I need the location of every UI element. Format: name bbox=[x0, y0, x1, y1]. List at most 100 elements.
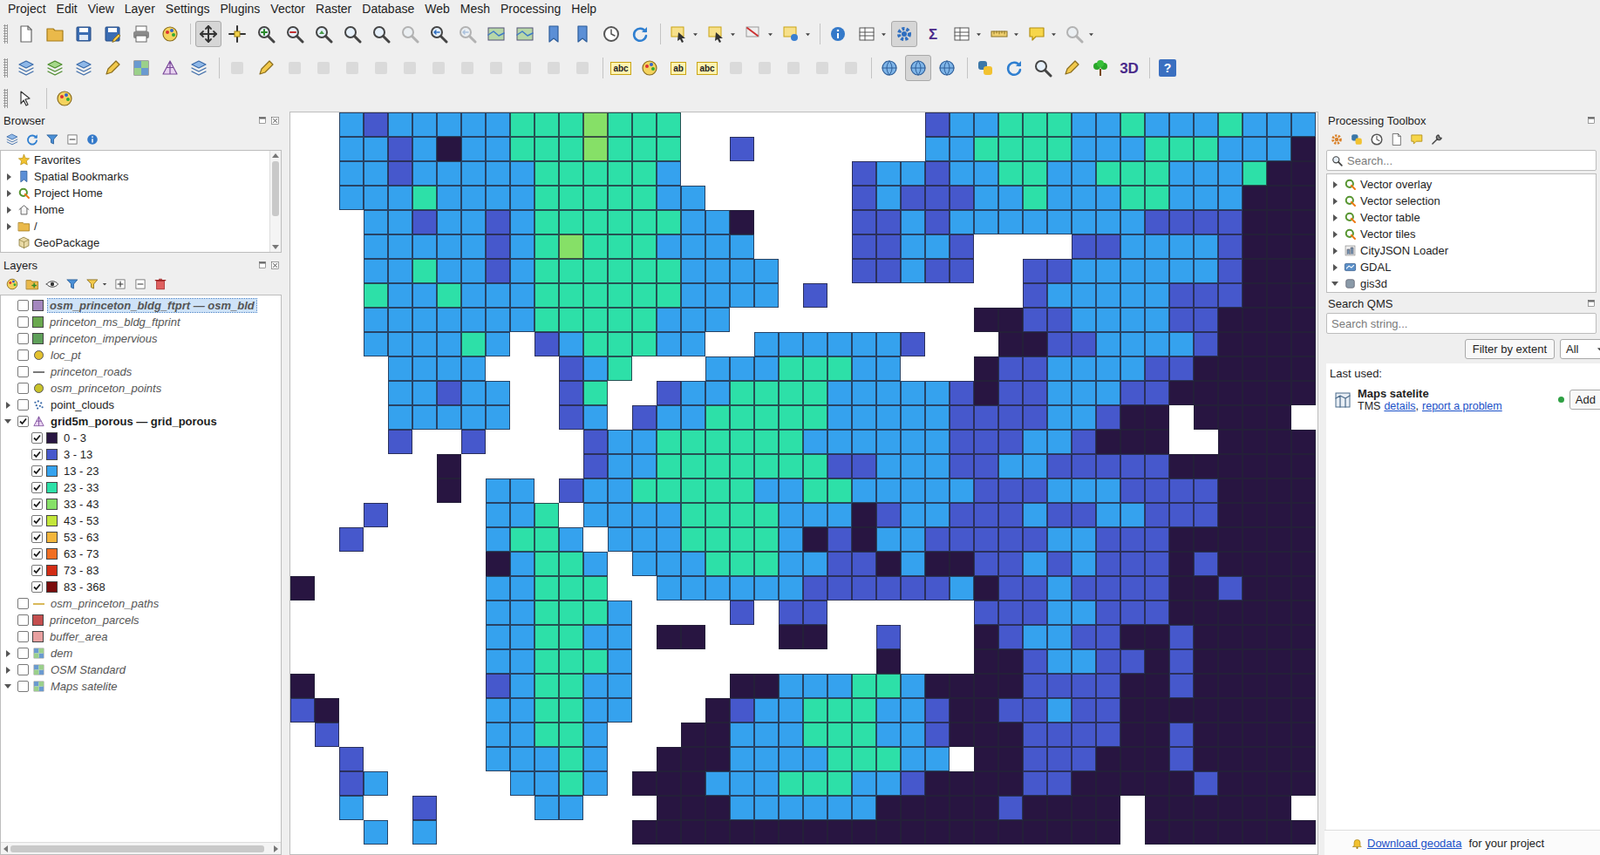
toolbar-button[interactable] bbox=[1058, 54, 1085, 82]
panel-tool-button[interactable] bbox=[1327, 130, 1346, 149]
checkbox[interactable] bbox=[17, 349, 29, 361]
menu-item[interactable]: Raster bbox=[310, 0, 357, 17]
dropdown-arrow[interactable] bbox=[766, 30, 776, 39]
scrollbar[interactable] bbox=[269, 150, 281, 252]
toolbar-button[interactable] bbox=[1023, 20, 1050, 48]
toolbar-button[interactable] bbox=[281, 20, 308, 48]
panel-tool-button[interactable] bbox=[151, 275, 170, 293]
toolbar-grip[interactable] bbox=[3, 24, 8, 44]
toolbar-button[interactable] bbox=[702, 20, 729, 48]
toolbar-button[interactable] bbox=[454, 54, 481, 82]
toolbar-button[interactable] bbox=[1087, 54, 1114, 82]
dropdown-arrow[interactable] bbox=[974, 30, 984, 39]
toolbar-button[interactable] bbox=[1029, 54, 1056, 82]
checkbox[interactable] bbox=[31, 498, 43, 511]
menu-item[interactable]: Project bbox=[2, 0, 52, 17]
expand-arrow[interactable] bbox=[2, 599, 14, 610]
toolbar-button[interactable] bbox=[252, 54, 280, 82]
expand-arrow[interactable] bbox=[1329, 212, 1341, 224]
toolbar-button[interactable]: abc bbox=[694, 54, 721, 82]
toolbar-button[interactable] bbox=[540, 54, 567, 82]
toolbar-button[interactable] bbox=[70, 20, 97, 48]
provider-item[interactable]: Vector overlay bbox=[1327, 176, 1596, 193]
browser-item[interactable]: GeoPackage bbox=[0, 234, 270, 252]
checkbox[interactable] bbox=[31, 482, 43, 494]
layer-item[interactable]: buffer_area bbox=[0, 628, 281, 646]
expand-arrow[interactable] bbox=[2, 317, 14, 328]
toolbar-button[interactable] bbox=[569, 54, 596, 82]
panel-tool-button[interactable] bbox=[43, 130, 62, 149]
checkbox[interactable] bbox=[17, 631, 29, 643]
dropdown-arrow[interactable] bbox=[728, 30, 738, 39]
search-field[interactable]: Search string... bbox=[1326, 313, 1597, 334]
toolbar-button[interactable] bbox=[454, 20, 481, 48]
scroll-right-icon[interactable] bbox=[273, 845, 279, 853]
checkbox[interactable] bbox=[17, 333, 29, 345]
scroll-up-icon[interactable] bbox=[272, 153, 280, 158]
checkbox[interactable] bbox=[17, 399, 29, 411]
toolbar-button[interactable] bbox=[598, 20, 625, 48]
toolbar-button[interactable] bbox=[396, 54, 423, 82]
toolbar-button[interactable] bbox=[13, 85, 40, 112]
expand-arrow[interactable] bbox=[2, 383, 14, 395]
provider-item[interactable]: Vector tiles bbox=[1327, 225, 1596, 243]
toolbar-button[interactable] bbox=[1000, 54, 1028, 82]
panel-tool-button[interactable] bbox=[1408, 130, 1426, 149]
expand-arrow[interactable] bbox=[16, 466, 28, 477]
toolbar-button[interactable] bbox=[636, 54, 663, 82]
download-link[interactable]: Download geodata bbox=[1367, 837, 1462, 851]
menu-item[interactable]: Database bbox=[356, 0, 420, 17]
service-link[interactable]: report a problem bbox=[1422, 400, 1503, 413]
filter-button[interactable]: Filter by extent bbox=[1464, 339, 1555, 360]
expand-arrow[interactable] bbox=[16, 565, 28, 577]
expand-arrow[interactable] bbox=[3, 204, 14, 216]
expand-arrow[interactable] bbox=[1329, 196, 1341, 207]
legend-item[interactable]: 43 - 53 bbox=[0, 512, 281, 530]
expand-arrow[interactable] bbox=[2, 367, 14, 378]
toolbar-button[interactable] bbox=[751, 54, 778, 82]
toolbar-button[interactable] bbox=[511, 20, 538, 48]
toolbar-button[interactable] bbox=[128, 20, 155, 48]
legend-item[interactable]: 23 - 33 bbox=[0, 479, 281, 497]
layer-item[interactable]: osm_princeton_bldg_ftprt — osm_bld bbox=[0, 297, 281, 314]
map-canvas[interactable] bbox=[289, 111, 1319, 855]
checkbox[interactable] bbox=[17, 598, 29, 610]
toolbar-button[interactable] bbox=[41, 54, 69, 82]
toolbar-button[interactable] bbox=[876, 54, 903, 82]
toolbar-button[interactable] bbox=[569, 20, 596, 48]
toolbar-button[interactable] bbox=[70, 54, 97, 82]
dropdown-arrow[interactable] bbox=[1049, 30, 1059, 39]
layer-item[interactable]: loc_pt bbox=[0, 347, 281, 364]
toolbar-button[interactable] bbox=[933, 54, 960, 82]
toolbar-button[interactable] bbox=[252, 20, 280, 48]
toolbar-button[interactable] bbox=[99, 20, 126, 48]
menu-item[interactable]: Processing bbox=[495, 0, 566, 17]
checkbox[interactable] bbox=[17, 664, 29, 676]
toolbar-button[interactable] bbox=[986, 20, 1013, 48]
checkbox[interactable] bbox=[31, 449, 43, 461]
splitter[interactable] bbox=[1318, 111, 1325, 855]
expand-arrow[interactable] bbox=[2, 681, 14, 693]
expand-arrow[interactable] bbox=[3, 171, 14, 183]
layer-item[interactable]: OSM Standard bbox=[0, 661, 281, 679]
browser-item[interactable]: Home bbox=[0, 201, 270, 218]
toolbar-grip[interactable] bbox=[3, 88, 8, 109]
legend-item[interactable]: 83 - 368 bbox=[0, 578, 281, 596]
expand-arrow[interactable] bbox=[1329, 229, 1341, 240]
checkbox[interactable] bbox=[31, 432, 43, 444]
expand-arrow[interactable] bbox=[1329, 262, 1341, 273]
panel-tool-button[interactable] bbox=[3, 130, 21, 149]
toolbar-button[interactable] bbox=[837, 54, 865, 82]
toolbar-button[interactable]: ? bbox=[1154, 54, 1181, 82]
toolbar-button[interactable] bbox=[483, 20, 510, 48]
legend-item[interactable]: 3 - 13 bbox=[0, 446, 281, 463]
toolbar-button[interactable] bbox=[339, 20, 366, 48]
legend-item[interactable]: 0 - 3 bbox=[0, 429, 281, 447]
scroll-thumb[interactable] bbox=[272, 161, 280, 217]
layer-item[interactable]: grid5m_porous — grid_porous bbox=[0, 413, 281, 430]
toolbar-button[interactable] bbox=[540, 20, 567, 48]
layer-item[interactable]: princeton_impervious bbox=[0, 330, 281, 348]
expand-arrow[interactable] bbox=[2, 300, 14, 312]
menu-item[interactable]: Layer bbox=[119, 0, 161, 17]
panel-tool-button[interactable] bbox=[43, 275, 62, 293]
